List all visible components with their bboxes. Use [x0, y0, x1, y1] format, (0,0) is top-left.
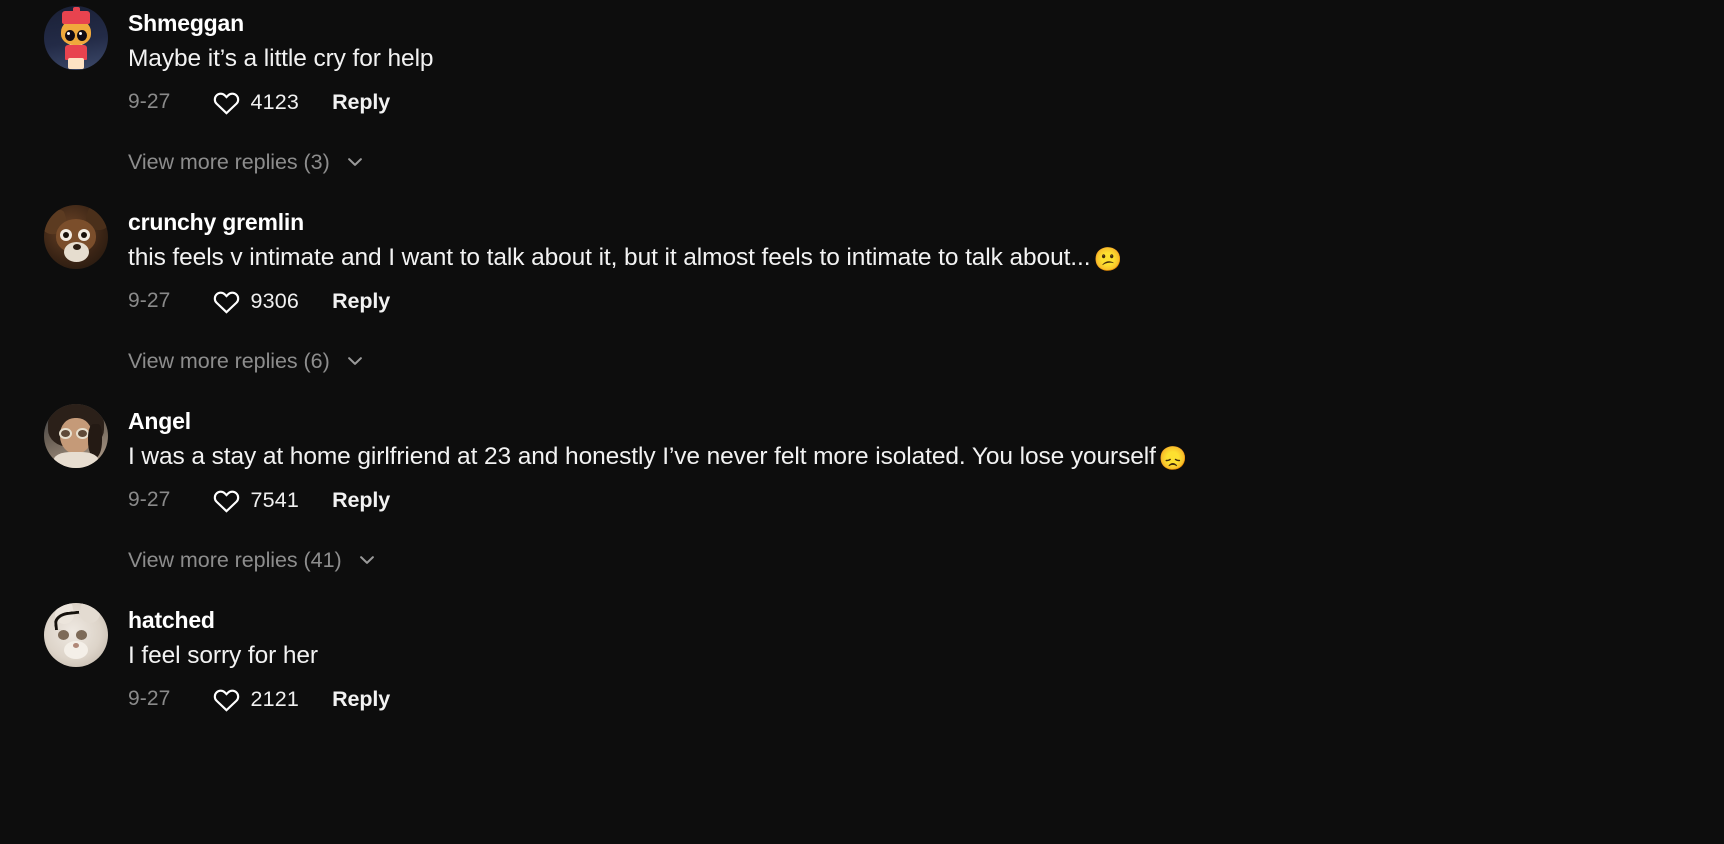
like-count: 2121 [250, 686, 300, 711]
avatar-shmeggan[interactable] [44, 6, 108, 70]
like-group[interactable]: 4123 [213, 90, 299, 115]
view-more-label: View more replies (6) [128, 348, 330, 373]
comment-text: Maybe it’s a little cry for help [128, 43, 1724, 75]
comment-body: Shmeggan Maybe it’s a little cry for hel… [128, 6, 1724, 115]
comment-username[interactable]: Angel [128, 406, 1724, 436]
comment-meta: 9-27 2121 Reply [128, 686, 1724, 712]
comment-emoji: 😕 [1093, 246, 1122, 272]
chevron-down-icon[interactable] [356, 549, 378, 571]
like-count: 4123 [250, 89, 300, 114]
comment-date: 9-27 [128, 488, 171, 511]
comment-date: 9-27 [128, 687, 171, 710]
like-count: 9306 [250, 288, 300, 313]
chevron-down-icon[interactable] [344, 350, 366, 372]
comment-username[interactable]: hatched [128, 605, 1724, 635]
view-more-label: View more replies (41) [128, 547, 342, 572]
comment-date: 9-27 [128, 289, 171, 312]
comment-item: Angel I was a stay at home girlfriend at… [0, 404, 1724, 513]
comment-username[interactable]: crunchy gremlin [128, 207, 1724, 237]
avatar-angel[interactable] [44, 404, 108, 468]
comment-body: hatched I feel sorry for her 9-27 2121 R… [128, 603, 1724, 712]
comment-date: 9-27 [128, 90, 171, 113]
reply-button[interactable]: Reply [332, 289, 390, 314]
chevron-down-icon[interactable] [344, 151, 366, 173]
comment-text: I feel sorry for her [128, 640, 1724, 672]
comment-list: Shmeggan Maybe it’s a little cry for hel… [0, 0, 1724, 712]
comment-body: Angel I was a stay at home girlfriend at… [128, 404, 1724, 513]
reply-button[interactable]: Reply [332, 687, 390, 712]
reply-button[interactable]: Reply [332, 90, 390, 115]
like-group[interactable]: 7541 [213, 488, 299, 513]
comment-text-content: this feels v intimate and I want to talk… [128, 244, 1091, 271]
like-group[interactable]: 9306 [213, 289, 299, 314]
view-more-replies[interactable]: View more replies (6) [0, 346, 1724, 376]
heart-icon[interactable] [213, 289, 240, 314]
comment-text-content: I was a stay at home girlfriend at 23 an… [128, 443, 1156, 470]
heart-icon[interactable] [213, 488, 240, 513]
comment-text-content: Maybe it’s a little cry for help [128, 45, 434, 72]
comment-text: I was a stay at home girlfriend at 23 an… [128, 441, 1724, 473]
avatar-hatched[interactable] [44, 603, 108, 667]
heart-icon[interactable] [213, 687, 240, 712]
comment-meta: 9-27 4123 Reply [128, 89, 1724, 115]
view-more-replies[interactable]: View more replies (41) [0, 545, 1724, 575]
view-more-label: View more replies (3) [128, 149, 330, 174]
comment-meta: 9-27 9306 Reply [128, 288, 1724, 314]
reply-button[interactable]: Reply [332, 488, 390, 513]
comment-item: Shmeggan Maybe it’s a little cry for hel… [0, 6, 1724, 115]
avatar-crunchy-gremlin[interactable] [44, 205, 108, 269]
comment-meta: 9-27 7541 Reply [128, 487, 1724, 513]
comment-text-content: I feel sorry for her [128, 642, 318, 669]
comment-item: hatched I feel sorry for her 9-27 2121 R… [0, 603, 1724, 712]
comment-username[interactable]: Shmeggan [128, 8, 1724, 38]
view-more-replies[interactable]: View more replies (3) [0, 147, 1724, 177]
like-count: 7541 [250, 487, 300, 512]
comment-item: crunchy gremlin this feels v intimate an… [0, 205, 1724, 314]
comment-body: crunchy gremlin this feels v intimate an… [128, 205, 1724, 314]
like-group[interactable]: 2121 [213, 687, 299, 712]
heart-icon[interactable] [213, 90, 240, 115]
comment-emoji: 😞 [1158, 445, 1188, 471]
comment-text: this feels v intimate and I want to talk… [128, 242, 1724, 274]
